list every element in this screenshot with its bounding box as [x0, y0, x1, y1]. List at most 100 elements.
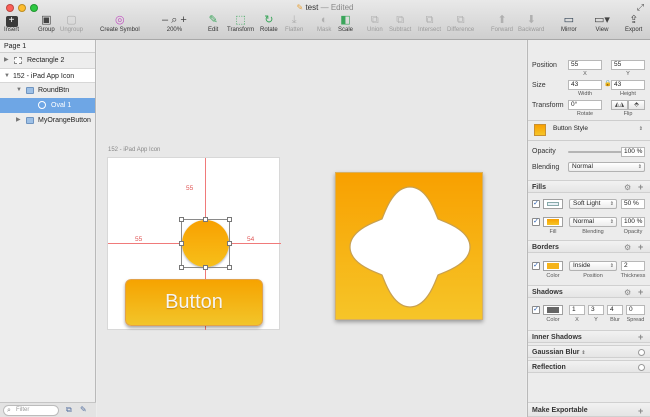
canvas[interactable]: 152 - iPad App Icon 55 55 54 Button [97, 40, 526, 417]
mirror-button[interactable]: ▭ Mirror [561, 14, 577, 33]
shared-style-select[interactable]: Button Style ⇕ [550, 125, 645, 135]
gaussian-blur-header[interactable]: Gaussian Blur ⇕ [528, 345, 650, 358]
rotate-button[interactable]: ↻ Rotate [260, 14, 278, 33]
border-thickness-input[interactable]: 2 [621, 261, 645, 271]
y-label: Y [626, 71, 630, 77]
artboard[interactable]: 55 55 54 Button [107, 157, 281, 330]
border-checkbox[interactable]: ✓ [532, 262, 540, 270]
resize-handle-left[interactable] [179, 241, 184, 246]
ungroup-button[interactable]: ▢ Ungroup [60, 14, 83, 33]
subtract-button[interactable]: ⧉ Subtract [389, 14, 411, 33]
disclosure-triangle-icon[interactable]: ▶ [4, 53, 9, 68]
mask-button[interactable]: ◐ Mask [317, 14, 331, 33]
fill-2-swatch[interactable] [543, 217, 563, 227]
backward-button[interactable]: ⬇ Backward [518, 14, 544, 33]
shadow-checkbox[interactable]: ✓ [532, 306, 540, 314]
resize-handle-bottom-right[interactable] [227, 265, 232, 270]
export-button[interactable]: ⇪ Export [625, 14, 642, 33]
shadow-x-input[interactable]: 1 [569, 305, 585, 315]
gaussian-blur-toggle[interactable] [638, 349, 645, 356]
add-shadow-icon[interactable]: + [638, 286, 643, 299]
page-selector[interactable]: Page 1 [0, 40, 95, 53]
shadow-blur-input[interactable]: 4 [607, 305, 623, 315]
layer-artboard-ipad-app-icon[interactable]: ▼ 152 - iPad App Icon [0, 68, 95, 83]
layer-rectangle-2[interactable]: ▶ Rectangle 2 [0, 53, 95, 68]
fill-1-checkbox[interactable]: ✓ [532, 200, 540, 208]
shadow-color-swatch[interactable] [543, 305, 563, 315]
opacity-input[interactable]: 100 % [621, 147, 645, 157]
zoom-control[interactable]: – ⌕ + 200% [162, 14, 187, 33]
intersect-button[interactable]: ⧉ Intersect [418, 14, 441, 33]
disclosure-triangle-icon[interactable]: ▶ [16, 113, 21, 128]
resize-handle-top[interactable] [203, 217, 208, 222]
resize-handle-top-right[interactable] [227, 217, 232, 222]
layer-roundbtn[interactable]: ▼ RoundBtn [0, 83, 95, 98]
disclosure-triangle-icon[interactable]: ▼ [16, 83, 22, 98]
transform-button[interactable]: ⬚ Transform [227, 14, 254, 33]
add-export-icon[interactable]: + [638, 404, 643, 417]
layer-oval-1[interactable]: Oval 1 [0, 98, 95, 113]
border-position-select[interactable]: Inside ⇕ [569, 261, 617, 271]
border-color-label: Color [546, 273, 560, 279]
flip-horizontal-button[interactable]: ◭◮ [611, 100, 628, 110]
orange-square-shape[interactable] [335, 172, 483, 320]
add-fill-icon[interactable]: + [638, 181, 643, 194]
fill-2-opacity-input[interactable]: 100 % [621, 217, 645, 227]
flip-vertical-button[interactable]: ⬘ [628, 100, 645, 110]
fills-header[interactable]: Fills ⚙ + [528, 180, 650, 193]
resize-handle-bottom[interactable] [203, 265, 208, 270]
rotate-input[interactable]: 0° [568, 100, 602, 110]
add-inner-shadow-icon[interactable]: + [638, 331, 643, 344]
symbol-icon: ◎ [115, 14, 125, 26]
filter-input[interactable]: ⌕ Filter [3, 405, 59, 416]
borders-header[interactable]: Borders ⚙ + [528, 240, 650, 253]
border-color-swatch[interactable] [543, 261, 563, 271]
style-name: Button Style [553, 125, 589, 132]
fullscreen-icon[interactable]: ⤢ [637, 2, 644, 13]
height-input[interactable]: 43 [611, 80, 645, 90]
fill-2-blend-select[interactable]: Normal ⇕ [569, 217, 617, 227]
union-button[interactable]: ⧉ Union [367, 14, 383, 33]
gear-icon[interactable]: ⚙ [624, 241, 631, 254]
make-exportable-header[interactable]: Make Exportable + [528, 402, 650, 417]
position-x-input[interactable]: 55 [568, 60, 602, 70]
inner-shadows-header[interactable]: Inner Shadows + [528, 330, 650, 343]
height-label: Height [620, 91, 636, 97]
resize-handle-bottom-left[interactable] [179, 265, 184, 270]
edit-button[interactable]: ✎ Edit [208, 14, 218, 33]
fill-1-swatch[interactable] [543, 199, 563, 209]
mask-label: Mask [317, 27, 332, 33]
blending-select[interactable]: Normal ⇕ [568, 162, 645, 172]
layer-myorangebutton[interactable]: ▶ MyOrangeButton [0, 113, 95, 128]
pages-icon[interactable]: ⧉ [66, 405, 72, 415]
position-y-input[interactable]: 55 [611, 60, 645, 70]
create-symbol-button[interactable]: ◎ Create Symbol [100, 14, 140, 33]
view-button[interactable]: ▭▾ View [594, 14, 610, 33]
scale-button[interactable]: ◧ Scale [338, 14, 353, 33]
edit-layer-icon[interactable]: ✎ [80, 405, 87, 414]
fill-1-opacity-input[interactable]: 50 % [621, 199, 645, 209]
flatten-button[interactable]: ⤓ Flatten [285, 14, 303, 33]
insert-button[interactable]: + Insert [4, 14, 19, 34]
fill-1-blend-select[interactable]: Soft Light ⇕ [569, 199, 617, 209]
shadow-spread-input[interactable]: 0 [626, 305, 645, 315]
group-button[interactable]: ▣ Group [38, 14, 55, 33]
shadow-y-input[interactable]: 3 [588, 305, 604, 315]
zoom-out-button[interactable]: – [162, 14, 168, 26]
forward-button[interactable]: ⬆ Forward [491, 14, 513, 33]
gear-icon[interactable]: ⚙ [624, 181, 631, 194]
add-border-icon[interactable]: + [638, 241, 643, 254]
reflection-header[interactable]: Reflection [528, 360, 650, 373]
shadows-header[interactable]: Shadows ⚙ + [528, 285, 650, 298]
difference-button[interactable]: ⧉ Difference [447, 14, 474, 33]
artboard-title[interactable]: 152 - iPad App Icon [108, 147, 160, 153]
fill-2-checkbox[interactable]: ✓ [532, 218, 540, 226]
resize-handle-top-left[interactable] [179, 217, 184, 222]
zoom-in-button[interactable]: + [180, 14, 186, 26]
width-input[interactable]: 43 [568, 80, 602, 90]
resize-handle-right[interactable] [227, 241, 232, 246]
gear-icon[interactable]: ⚙ [624, 286, 631, 299]
orange-button-shape[interactable]: Button [125, 279, 263, 326]
disclosure-triangle-icon[interactable]: ▼ [4, 69, 10, 84]
reflection-toggle[interactable] [638, 364, 645, 371]
